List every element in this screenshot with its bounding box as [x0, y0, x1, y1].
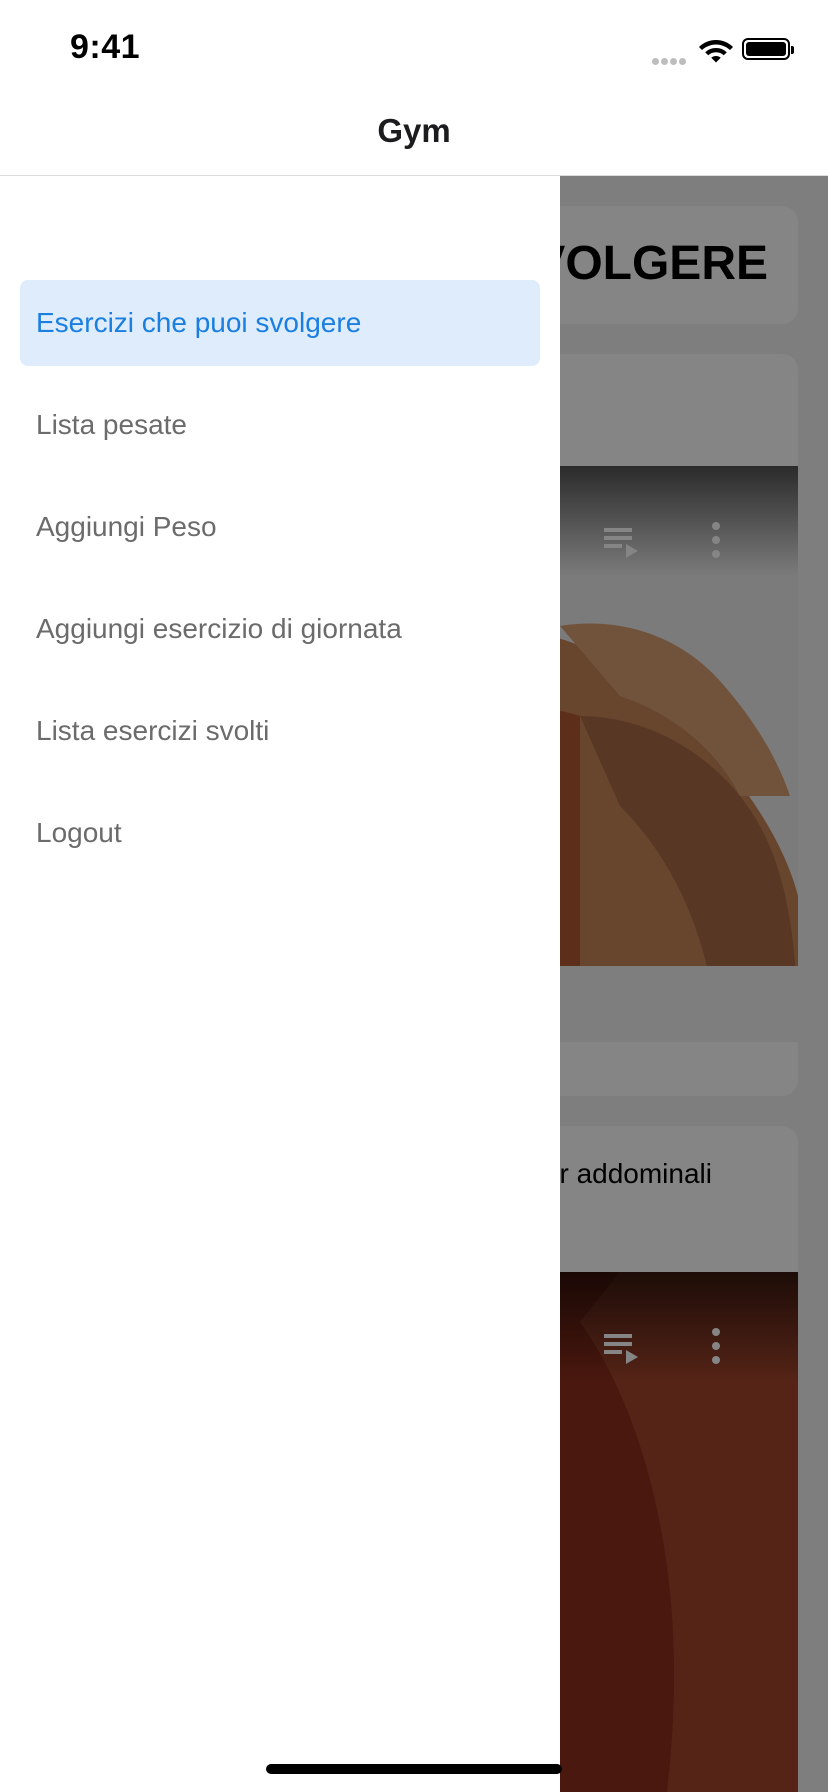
drawer-item-aggiungi-peso[interactable]: Aggiungi Peso — [20, 484, 540, 570]
battery-icon — [742, 38, 794, 60]
navigation-drawer: Esercizi che puoi svolgere Lista pesate … — [0, 176, 560, 1792]
drawer-item-lista-pesate[interactable]: Lista pesate — [20, 382, 540, 468]
signal-dots-icon — [652, 52, 690, 65]
status-bar: 9:41 — [0, 0, 828, 100]
page-title: Gym — [377, 112, 451, 149]
wifi-icon — [699, 40, 733, 63]
app-header: Gym — [0, 100, 828, 176]
status-time: 9:41 — [70, 28, 141, 66]
home-indicator[interactable] — [266, 1764, 562, 1774]
drawer-item-lista-esercizi-svolti[interactable]: Lista esercizi svolti — [20, 688, 540, 774]
drawer-item-logout[interactable]: Logout — [20, 790, 540, 876]
drawer-item-esercizi-che-puoi-svolgere[interactable]: Esercizi che puoi svolgere — [20, 280, 540, 366]
drawer-item-aggiungi-esercizio-di-giornata[interactable]: Aggiungi esercizio di giornata — [20, 586, 540, 672]
